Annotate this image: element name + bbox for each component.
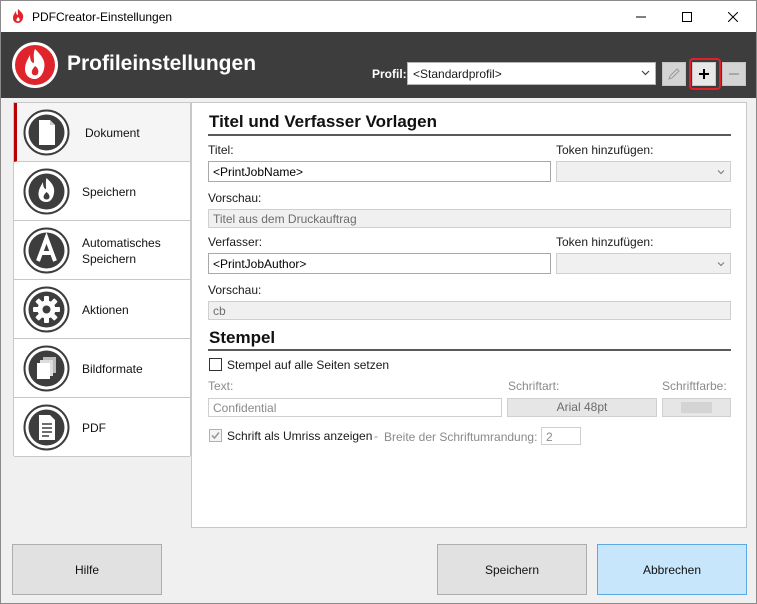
author-token-select[interactable] <box>556 253 731 274</box>
pdfcreator-app-icon <box>13 9 24 23</box>
chevron-down-icon <box>717 170 725 175</box>
pdf-icon <box>23 404 70 451</box>
preview-value: cb <box>213 304 226 318</box>
close-icon <box>728 11 738 22</box>
profile-header: Profileinstellungen Profil: <Standardpro… <box>1 32 756 98</box>
sidebar-item-pdf[interactable]: PDF <box>14 398 190 457</box>
settings-content: Titel und Verfasser Vorlagen Titel: Toke… <box>191 102 747 528</box>
dash-separator: - <box>374 429 378 443</box>
minus-icon <box>729 73 739 75</box>
sidebar-item-label-line2: Speichern <box>82 252 137 266</box>
page-title: Profileinstellungen <box>67 52 257 75</box>
sidebar-item-label: Speichern <box>82 185 137 199</box>
author-preview-field: cb <box>208 301 731 320</box>
outline-width-input[interactable]: 2 <box>541 427 581 445</box>
window-title: PDFCreator-Einstellungen <box>32 10 173 24</box>
section-divider <box>208 349 731 351</box>
sidebar-item-automatisches-speichern[interactable]: Automatisches Speichern <box>14 221 190 280</box>
outline-width-label: Breite der Schriftumrandung: <box>384 430 538 444</box>
color-swatch <box>680 401 713 414</box>
author-template-input[interactable]: <PrintJobAuthor> <box>208 253 551 274</box>
close-button[interactable] <box>710 1 756 32</box>
title-bar: PDFCreator-Einstellungen <box>1 1 756 32</box>
settings-window: PDFCreator-Einstellungen Profileinstellu… <box>0 0 757 604</box>
stamp-all-pages-checkbox[interactable] <box>209 358 222 371</box>
pdfcreator-logo <box>12 42 58 88</box>
sidebar-item-label: Bildformate <box>82 362 143 376</box>
pencil-icon <box>668 68 680 80</box>
sidebar-item-label: Aktionen <box>82 303 129 317</box>
add-button-highlight <box>689 58 721 90</box>
minimize-button[interactable] <box>618 1 664 32</box>
sidebar-item-dokument[interactable]: Dokument <box>14 103 190 162</box>
input-value: 2 <box>546 430 553 444</box>
rename-profile-button[interactable] <box>662 62 686 86</box>
cancel-button[interactable]: Abbrechen <box>597 544 747 595</box>
section-title-stamp: Stempel <box>209 328 276 347</box>
section-divider <box>208 134 731 136</box>
token-label: Token hinzufügen: <box>556 143 654 157</box>
auto-save-icon <box>23 227 70 274</box>
save-button[interactable]: Speichern <box>437 544 587 595</box>
gear-icon <box>23 286 70 333</box>
author-preview-label: Vorschau: <box>208 283 262 297</box>
sidebar-item-label: Dokument <box>85 126 140 140</box>
checkmark-icon <box>211 431 220 440</box>
preview-value: Titel aus dem Druckauftrag <box>213 212 357 226</box>
document-icon <box>23 109 70 156</box>
flame-icon <box>23 168 70 215</box>
minimize-icon <box>636 16 646 17</box>
sidebar-item-aktionen[interactable]: Aktionen <box>14 280 190 339</box>
maximize-icon <box>682 11 692 22</box>
settings-sidebar: Dokument Speichern Automatisches Speiche… <box>13 102 191 457</box>
stamp-text-label: Text: <box>208 379 234 393</box>
profile-select[interactable]: <Standardprofil> <box>407 62 656 85</box>
outline-checkbox[interactable] <box>209 429 222 442</box>
profile-label: Profil: <box>372 67 407 81</box>
sidebar-item-label: PDF <box>82 421 106 435</box>
stamp-text-input[interactable]: Confidential <box>208 398 502 417</box>
input-value: <PrintJobAuthor> <box>213 257 307 271</box>
sidebar-item-speichern[interactable]: Speichern <box>14 162 190 221</box>
input-value: <PrintJobName> <box>213 165 304 179</box>
outline-label: Schrift als Umriss anzeigen <box>227 429 373 443</box>
token-label: Token hinzufügen: <box>556 235 654 249</box>
title-preview-label: Vorschau: <box>208 191 262 205</box>
font-select-button[interactable]: Arial 48pt <box>507 398 657 417</box>
font-color-button[interactable] <box>662 398 731 417</box>
title-token-select[interactable] <box>556 161 731 182</box>
title-template-input[interactable]: <PrintJobName> <box>208 161 551 182</box>
title-label: Titel: <box>208 143 234 157</box>
stamp-all-pages-label: Stempel auf alle Seiten setzen <box>227 358 390 372</box>
chevron-down-icon <box>641 70 650 76</box>
title-preview-field: Titel aus dem Druckauftrag <box>208 209 731 228</box>
input-value: Confidential <box>213 401 277 415</box>
remove-profile-button[interactable] <box>722 62 746 86</box>
section-title-templates: Titel und Verfasser Vorlagen <box>209 112 438 131</box>
font-color-label: Schriftfarbe: <box>662 379 727 393</box>
profile-select-value: <Standardprofil> <box>413 67 502 81</box>
sidebar-item-bildformate[interactable]: Bildformate <box>14 339 190 398</box>
chevron-down-icon <box>717 262 725 267</box>
image-stack-icon <box>23 345 70 392</box>
sidebar-item-label-line1: Automatisches <box>82 236 161 250</box>
help-button[interactable]: Hilfe <box>12 544 162 595</box>
font-label: Schriftart: <box>508 379 560 393</box>
maximize-button[interactable] <box>664 1 710 32</box>
author-label: Verfasser: <box>208 235 263 249</box>
